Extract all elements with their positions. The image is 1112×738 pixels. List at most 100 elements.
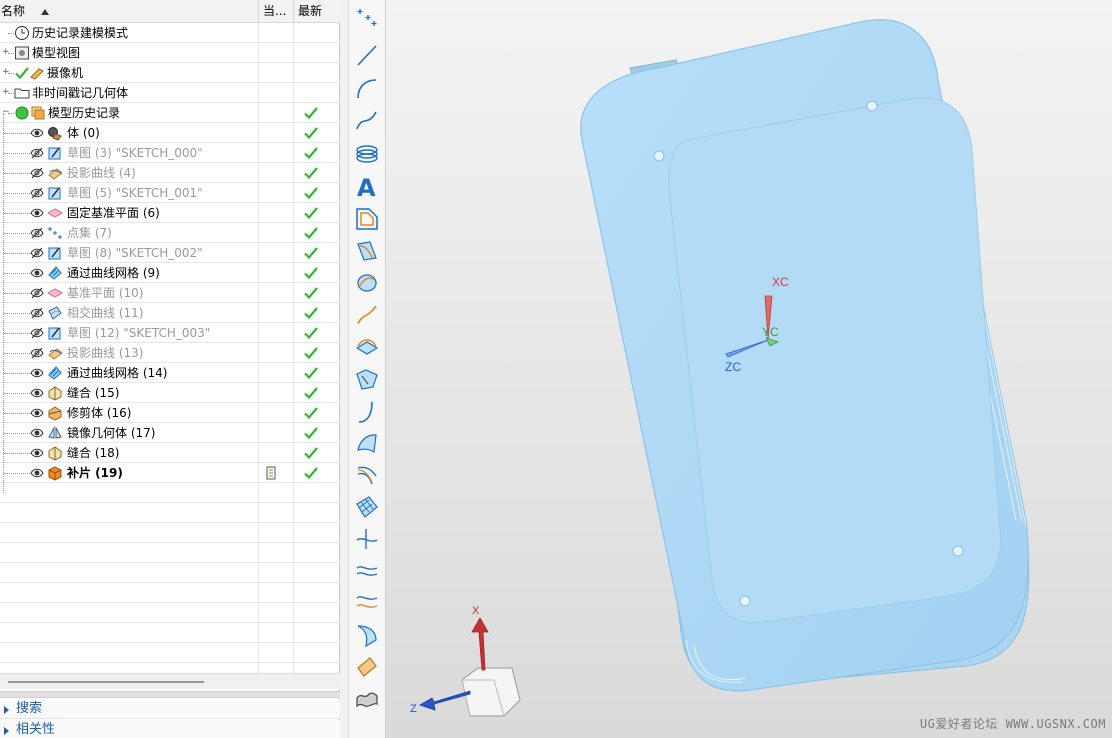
helix-icon[interactable] — [354, 141, 380, 167]
latest-check-icon — [303, 405, 319, 421]
hidden-eye-icon[interactable] — [30, 247, 46, 263]
eye-icon[interactable] — [30, 207, 46, 223]
tree-node[interactable]: 修剪体 (16) — [0, 403, 340, 423]
column-header-current[interactable]: 当... — [259, 0, 294, 23]
tree-node[interactable]: 历史记录建模模式 — [0, 23, 340, 43]
hidden-eye-icon[interactable] — [30, 147, 46, 163]
join-curve-icon[interactable] — [354, 398, 380, 424]
tree-node-label: 基准平面 (10) — [67, 286, 144, 300]
tree-node[interactable]: 固定基准平面 (6) — [0, 203, 340, 223]
sew-icon — [47, 385, 63, 401]
eye-icon[interactable] — [30, 427, 46, 443]
eye-icon[interactable] — [30, 127, 46, 143]
latest-check-icon — [303, 145, 319, 161]
offset-curve-surface-icon[interactable] — [354, 558, 380, 584]
trim-curve-icon[interactable] — [354, 526, 380, 552]
extract-curve-icon[interactable] — [354, 334, 380, 360]
tree-node[interactable]: + 摄像机 — [0, 63, 340, 83]
swept-surface-icon[interactable] — [354, 622, 380, 648]
view-triad[interactable]: X Z — [410, 605, 521, 717]
tree-node-label: 体 (0) — [67, 126, 100, 140]
dependency-panel-toggle[interactable]: 相关性 — [0, 720, 340, 738]
text-icon[interactable]: A — [354, 173, 380, 199]
latest-check-icon — [303, 105, 319, 121]
tree-node-label: 修剪体 (16) — [67, 406, 132, 420]
wcs-label-x: XC — [772, 275, 789, 289]
hidden-eye-icon[interactable] — [30, 227, 46, 243]
empty-row — [0, 483, 340, 503]
intersection-curve-icon[interactable] — [354, 270, 380, 296]
eye-icon[interactable] — [30, 447, 46, 463]
latest-check-icon — [303, 125, 319, 141]
tree-node[interactable]: 草图 (3) "SKETCH_000" — [0, 143, 340, 163]
part-navigator: 名称 当... 最新 历史记录建模模式 + 模型视图 + 摄像机 + 非时间戳记几何体 − 模型… — [0, 0, 340, 738]
tree-node[interactable]: 基准平面 (10) — [0, 283, 340, 303]
tree-node[interactable]: − 模型历史记录 — [0, 103, 340, 123]
hidden-eye-icon[interactable] — [30, 187, 46, 203]
tree-node[interactable]: 体 (0) — [0, 123, 340, 143]
eye-icon[interactable] — [30, 467, 46, 483]
tree-node-label: 镜像几何体 (17) — [67, 426, 156, 440]
tree-node[interactable]: + 模型视图 — [0, 43, 340, 63]
model-view[interactable]: XC YC ZC X Z — [386, 0, 1112, 738]
empty-row — [0, 523, 340, 543]
bridge-curve-icon[interactable] — [354, 238, 380, 264]
eye-icon[interactable] — [30, 367, 46, 383]
eye-icon[interactable] — [30, 267, 46, 283]
search-panel-toggle[interactable]: 搜索 — [0, 699, 340, 719]
latest-check-icon — [303, 325, 319, 341]
spline-icon[interactable] — [354, 107, 380, 133]
tree-node[interactable]: 草图 (12) "SKETCH_003" — [0, 323, 340, 343]
tree-node-label: 草图 (5) "SKETCH_001" — [67, 186, 203, 200]
offset-curve-icon[interactable] — [354, 206, 380, 232]
through-curves-icon[interactable] — [354, 494, 380, 520]
column-header-latest[interactable]: 最新 — [294, 0, 340, 23]
hidden-eye-icon[interactable] — [30, 327, 46, 343]
graphics-window[interactable]: XC YC ZC X Z UG爱好者论坛 WWW.UGSNX.COM — [386, 0, 1112, 738]
current-feature-icon — [266, 466, 276, 480]
empty-row — [0, 543, 340, 563]
eye-icon[interactable] — [30, 387, 46, 403]
curve-mesh-icon[interactable] — [354, 462, 380, 488]
studio-surface-icon[interactable] — [354, 686, 380, 712]
point-icon[interactable] — [354, 5, 380, 31]
tree-node[interactable]: 草图 (8) "SKETCH_002" — [0, 243, 340, 263]
tree-node[interactable]: 相交曲线 (11) — [0, 303, 340, 323]
bounded-plane-icon[interactable] — [354, 654, 380, 680]
projected-curve-icon[interactable] — [354, 302, 380, 328]
horizontal-scrollbar[interactable] — [0, 673, 340, 689]
hidden-eye-icon[interactable] — [30, 347, 46, 363]
part-top-face — [668, 97, 1002, 624]
tree-node[interactable]: 通过曲线网格 (14) — [0, 363, 340, 383]
tree-node[interactable]: 缝合 (18) — [0, 443, 340, 463]
tree-node-label: 点集 (7) — [67, 226, 112, 240]
tree-node[interactable]: 补片 (19) — [0, 463, 340, 483]
point-set-icon — [47, 225, 63, 241]
tree-node[interactable]: 草图 (5) "SKETCH_001" — [0, 183, 340, 203]
hidden-eye-icon[interactable] — [30, 167, 46, 183]
column-header-name[interactable]: 名称 — [0, 0, 259, 23]
ruled-surface-icon[interactable] — [354, 430, 380, 456]
tree-node[interactable]: 投影曲线 (4) — [0, 163, 340, 183]
panel-splitter[interactable] — [0, 691, 340, 698]
eye-icon[interactable] — [30, 407, 46, 423]
latest-check-icon — [303, 465, 319, 481]
hidden-eye-icon[interactable] — [30, 307, 46, 323]
tree-node-label: 草图 (8) "SKETCH_002" — [67, 246, 203, 260]
empty-row — [0, 663, 340, 673]
tree-node[interactable]: 点集 (7) — [0, 223, 340, 243]
project-on-surface-icon[interactable] — [354, 590, 380, 616]
sort-ascending-icon[interactable] — [41, 9, 49, 15]
arc-icon[interactable] — [354, 76, 380, 102]
tree-node[interactable]: + 非时间戳记几何体 — [0, 83, 340, 103]
tree-node[interactable]: 镜像几何体 (17) — [0, 423, 340, 443]
splitter[interactable] — [340, 0, 348, 738]
wrap-curve-icon[interactable] — [354, 366, 380, 392]
scrollbar-thumb[interactable] — [8, 681, 204, 683]
line-icon[interactable] — [354, 42, 380, 68]
tree-guide-line — [3, 113, 4, 493]
hidden-eye-icon[interactable] — [30, 287, 46, 303]
tree-node[interactable]: 缝合 (15) — [0, 383, 340, 403]
tree-node[interactable]: 投影曲线 (13) — [0, 343, 340, 363]
tree-node[interactable]: 通过曲线网格 (9) — [0, 263, 340, 283]
